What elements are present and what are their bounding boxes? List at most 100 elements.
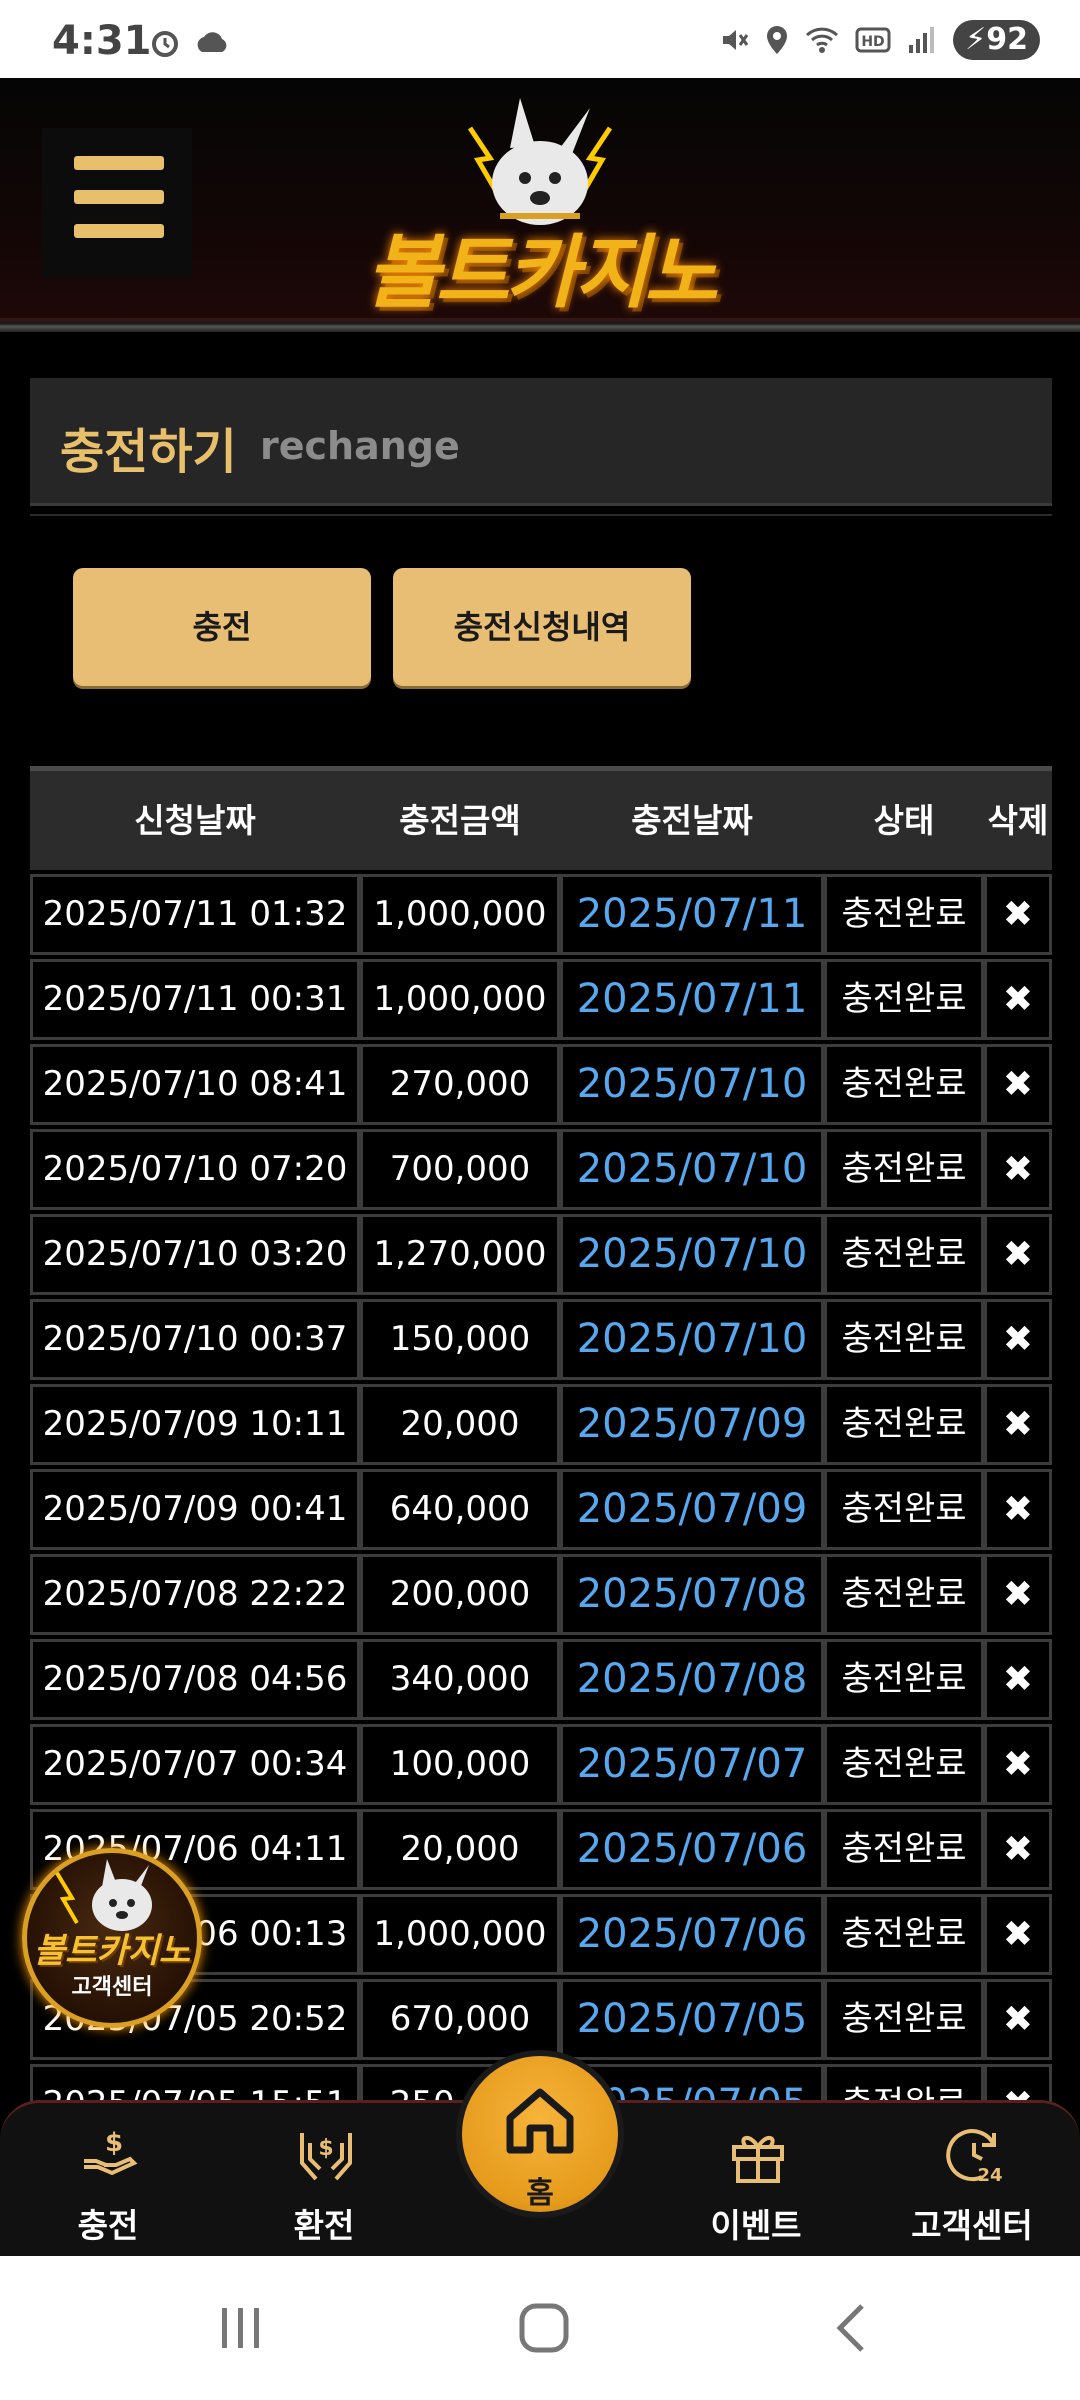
cell-request-date: 2025/07/08 22:22 bbox=[30, 1554, 360, 1635]
nav-item-home[interactable]: 홈 bbox=[456, 2050, 624, 2218]
cell-charge-date[interactable]: 2025/07/08 bbox=[560, 1639, 824, 1720]
table-row: 2025/07/09 00:41 640,000 2025/07/09 충전완료 ✖ bbox=[30, 1465, 1052, 1550]
cell-charge-date[interactable]: 2025/07/10 bbox=[560, 1299, 824, 1380]
cloud-icon bbox=[197, 32, 227, 52]
delete-row-button[interactable]: ✖ bbox=[984, 1809, 1052, 1890]
home-circle-icon[interactable] bbox=[494, 2296, 594, 2360]
cell-status: 충전완료 bbox=[824, 1299, 984, 1380]
nav-item-exchange[interactable]: $ 환전 bbox=[244, 2103, 404, 2259]
cell-amount: 150,000 bbox=[360, 1299, 560, 1380]
cell-amount: 1,000,000 bbox=[360, 874, 560, 955]
hamburger-menu-button[interactable] bbox=[42, 128, 192, 278]
hd-icon: HD bbox=[855, 27, 891, 53]
cell-status: 충전완료 bbox=[824, 1129, 984, 1210]
cell-request-date: 2025/07/10 00:37 bbox=[30, 1299, 360, 1380]
delete-row-button[interactable]: ✖ bbox=[984, 1129, 1052, 1210]
menu-bar-icon bbox=[74, 156, 164, 170]
cell-amount: 20,000 bbox=[360, 1384, 560, 1465]
delete-row-button[interactable]: ✖ bbox=[984, 1469, 1052, 1550]
delete-row-button[interactable]: ✖ bbox=[984, 1044, 1052, 1125]
battery-level: 92 bbox=[986, 22, 1028, 57]
back-chevron-icon[interactable] bbox=[800, 2296, 900, 2360]
cell-charge-date[interactable]: 2025/07/06 bbox=[560, 1809, 824, 1890]
mute-icon bbox=[723, 30, 749, 50]
deposit-hand-icon: $ bbox=[84, 2128, 138, 2176]
cell-charge-date[interactable]: 2025/07/11 bbox=[560, 959, 824, 1040]
cell-status: 충전완료 bbox=[824, 1469, 984, 1550]
section-divider bbox=[30, 514, 1052, 516]
table-row: 2025/07/10 03:20 1,270,000 2025/07/10 충전완료 ✖ bbox=[30, 1210, 1052, 1295]
support-floating-button[interactable]: 볼트카지노 고객센터 bbox=[22, 1848, 202, 2028]
tab-charge-history[interactable]: 충전신청내역 bbox=[393, 568, 691, 686]
column-header-delete: 삭제 bbox=[987, 801, 1049, 840]
cell-request-date: 2025/07/08 04:56 bbox=[30, 1639, 360, 1720]
cell-request-date: 2025/07/10 03:20 bbox=[30, 1214, 360, 1295]
menu-bar-icon bbox=[74, 224, 164, 238]
nav-label-charge: 충전 bbox=[77, 2206, 139, 2245]
cell-charge-date[interactable]: 2025/07/07 bbox=[560, 1724, 824, 1805]
nav-item-charge[interactable]: $ 충전 bbox=[28, 2103, 188, 2259]
cell-charge-date[interactable]: 2025/07/09 bbox=[560, 1384, 824, 1465]
delete-row-button[interactable]: ✖ bbox=[984, 1894, 1052, 1975]
support-24h-icon: 24 bbox=[946, 2129, 1003, 2186]
dog-mascot-icon bbox=[467, 98, 613, 225]
column-header-charge-date: 충전날짜 bbox=[631, 801, 753, 840]
column-header-request-date: 신청날짜 bbox=[134, 801, 256, 840]
cell-amount: 1,000,000 bbox=[360, 1894, 560, 1975]
svg-text:$: $ bbox=[318, 2136, 333, 2161]
page-title: 충전하기 bbox=[60, 424, 237, 480]
cell-amount: 1,270,000 bbox=[360, 1214, 560, 1295]
table-row: 2025/07/07 00:34 100,000 2025/07/07 충전완료 ✖ bbox=[30, 1720, 1052, 1805]
table-row: 2025/07/08 04:56 340,000 2025/07/08 충전완료 ✖ bbox=[30, 1635, 1052, 1720]
system-navigation-bar bbox=[0, 2256, 1080, 2400]
delete-row-button[interactable]: ✖ bbox=[984, 1299, 1052, 1380]
delete-row-button[interactable]: ✖ bbox=[984, 1214, 1052, 1295]
cell-request-date: 2025/07/10 07:20 bbox=[30, 1129, 360, 1210]
cell-amount: 200,000 bbox=[360, 1554, 560, 1635]
delete-row-button[interactable]: ✖ bbox=[984, 1724, 1052, 1805]
cell-charge-date[interactable]: 2025/07/10 bbox=[560, 1129, 824, 1210]
delete-row-button[interactable]: ✖ bbox=[984, 1639, 1052, 1720]
cell-charge-date[interactable]: 2025/07/11 bbox=[560, 874, 824, 955]
home-icon bbox=[506, 2088, 574, 2154]
table-row: 2025/07/10 00:37 150,000 2025/07/10 충전완료 ✖ bbox=[30, 1295, 1052, 1380]
nav-label-event: 이벤트 bbox=[710, 2206, 802, 2245]
cell-amount: 270,000 bbox=[360, 1044, 560, 1125]
delete-row-button[interactable]: ✖ bbox=[984, 1554, 1052, 1635]
delete-row-button[interactable]: ✖ bbox=[984, 1384, 1052, 1465]
cell-status: 충전완료 bbox=[824, 1894, 984, 1975]
site-logo[interactable]: 볼트카지노 bbox=[350, 88, 730, 319]
cell-request-date: 2025/07/11 01:32 bbox=[30, 874, 360, 955]
cell-status: 충전완료 bbox=[824, 1044, 984, 1125]
table-row: 2025/07/09 10:11 20,000 2025/07/09 충전완료 ✖ bbox=[30, 1380, 1052, 1465]
cell-status: 충전완료 bbox=[824, 1809, 984, 1890]
cell-charge-date[interactable]: 2025/07/08 bbox=[560, 1554, 824, 1635]
page-title-bar: 충전하기 rechange bbox=[30, 378, 1052, 506]
cell-request-date: 2025/07/09 10:11 bbox=[30, 1384, 360, 1465]
cell-amount: 670,000 bbox=[360, 1979, 560, 2060]
recent-apps-icon[interactable] bbox=[190, 2296, 290, 2360]
cell-charge-date[interactable]: 2025/07/05 bbox=[560, 1979, 824, 2060]
cell-status: 충전완료 bbox=[824, 1639, 984, 1720]
cell-charge-date[interactable]: 2025/07/09 bbox=[560, 1469, 824, 1550]
svg-text:24: 24 bbox=[977, 2165, 1002, 2186]
dog-mascot-icon bbox=[55, 1859, 152, 1931]
nav-label-support: 고객센터 bbox=[911, 2206, 1033, 2245]
delete-row-button[interactable]: ✖ bbox=[984, 1979, 1052, 2060]
cell-status: 충전완료 bbox=[824, 959, 984, 1040]
cell-charge-date[interactable]: 2025/07/10 bbox=[560, 1214, 824, 1295]
cell-charge-date[interactable]: 2025/07/10 bbox=[560, 1044, 824, 1125]
location-icon bbox=[767, 26, 788, 54]
cell-charge-date[interactable]: 2025/07/06 bbox=[560, 1894, 824, 1975]
nav-item-event[interactable]: 이벤트 bbox=[676, 2103, 836, 2259]
delete-row-button[interactable]: ✖ bbox=[984, 959, 1052, 1040]
status-time: 4:31 bbox=[52, 18, 152, 64]
nav-label-exchange: 환전 bbox=[293, 2206, 355, 2245]
site-header: 볼트카지노 bbox=[0, 78, 1080, 319]
tab-charge[interactable]: 충전 bbox=[73, 568, 371, 686]
exchange-hands-icon: $ bbox=[300, 2133, 352, 2181]
nav-item-support[interactable]: 24 고객센터 bbox=[892, 2103, 1052, 2259]
delete-row-button[interactable]: ✖ bbox=[984, 874, 1052, 955]
support-badge-logo-text: 볼트카지노 bbox=[33, 1931, 191, 1971]
table-row: 2025/07/10 08:41 270,000 2025/07/10 충전완료 ✖ bbox=[30, 1040, 1052, 1125]
